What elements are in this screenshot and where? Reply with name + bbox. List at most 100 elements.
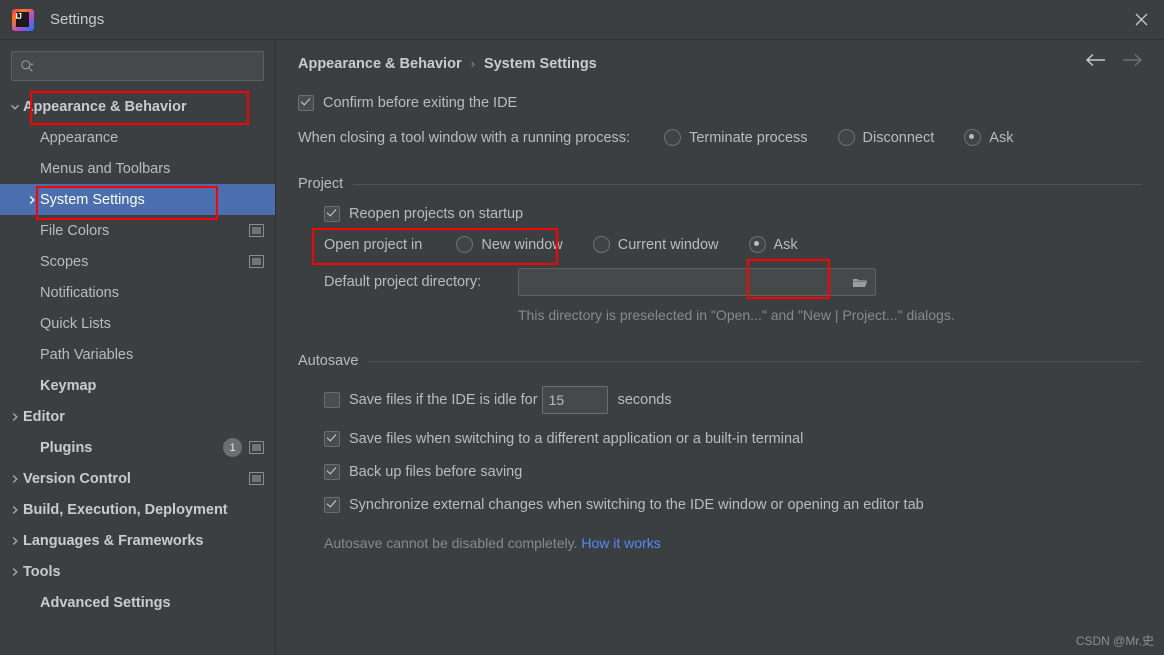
autosave-switch-app-label: Save files when switching to a different… [349,431,804,447]
sidebar-item-label: Appearance [40,129,119,146]
project-section-body: Reopen projects on startup Open project … [298,206,1142,323]
chevron-right-icon[interactable] [6,412,23,422]
sidebar-item-path-variables[interactable]: Path Variables [0,339,275,370]
settings-tree[interactable]: Appearance & Behavior Appearance Menus and… [0,89,275,655]
open-project-in-row: Open project in New window Current windo… [324,236,1142,253]
autosave-idle-seconds-input[interactable] [541,386,608,414]
sidebar-item-keymap[interactable]: Keymap [0,370,275,401]
chevron-down-icon[interactable] [6,102,23,112]
sidebar-item-label: System Settings [40,191,145,208]
sidebar-item-version-control[interactable]: Version Control [0,463,275,494]
project-section-divider [353,183,1142,185]
reopen-projects-label: Reopen projects on startup [349,206,524,222]
window-title: Settings [50,11,105,28]
sidebar-item-label: Editor [23,408,65,425]
breadcrumb-parent[interactable]: Appearance & Behavior [298,56,462,72]
sidebar-item-plugins[interactable]: Plugins 1 [0,432,275,463]
chevron-right-icon[interactable] [6,567,23,577]
radio-disconnect-label: Disconnect [862,129,935,146]
radio-terminate-process-button[interactable] [664,129,682,146]
radio-ask-open-project-label: Ask [773,236,798,253]
sidebar-item-languages-frameworks[interactable]: Languages & Frameworks [0,525,275,556]
sidebar-item-system-settings[interactable]: System Settings [0,184,275,215]
sidebar-item-label: Version Control [23,470,131,487]
search-area [0,40,275,89]
default-project-directory-field[interactable] [518,268,876,296]
autosave-backup-row[interactable]: Back up files before saving [324,464,1142,480]
radio-ask-open-project-button[interactable] [748,236,766,253]
chevron-right-icon[interactable] [6,505,23,515]
sidebar-item-label: File Colors [40,222,110,239]
radio-terminate-process[interactable]: Terminate process [664,129,808,146]
confirm-exit-checkbox[interactable] [298,95,314,111]
sidebar-item-build-execution-deployment[interactable]: Build, Execution, Deployment [0,494,275,525]
sidebar-item-label: Quick Lists [40,315,111,332]
radio-ask-toolwindow-button[interactable] [964,129,982,146]
radio-terminate-process-label: Terminate process [689,129,808,146]
sidebar-item-menus-and-toolbars[interactable]: Menus and Toolbars [0,153,275,184]
chevron-right-icon[interactable] [6,536,23,546]
autosave-sync-checkbox[interactable] [324,497,340,513]
open-project-in-label: Open project in [324,236,423,253]
breadcrumb: Appearance & Behavior › System Settings [298,40,1142,87]
sidebar-item-label: Scopes [40,253,89,270]
sidebar-item-advanced-settings[interactable]: Advanced Settings [0,587,275,618]
search-box[interactable] [11,51,264,81]
reopen-projects-row[interactable]: Reopen projects on startup [324,206,1142,222]
autosave-section-body: Save files if the IDE is idle for second… [298,386,1142,551]
arrow-right-icon[interactable] [1122,53,1144,67]
sidebar-item-tools[interactable]: Tools [0,556,275,587]
folder-icon[interactable] [852,276,868,289]
radio-ask-toolwindow[interactable]: Ask [964,129,1013,146]
sidebar-item-label: Appearance & Behavior [23,98,187,115]
sidebar-item-scopes[interactable]: Scopes [0,246,275,277]
radio-disconnect[interactable]: Disconnect [837,129,935,146]
autosave-switch-app-row[interactable]: Save files when switching to a different… [324,431,1142,447]
reopen-projects-checkbox[interactable] [324,206,340,222]
close-icon[interactable] [1118,0,1164,38]
sidebar-item-appearance-behavior[interactable]: Appearance & Behavior [0,91,275,122]
window-body: Appearance & Behavior Appearance Menus and… [0,40,1164,655]
radio-new-window-label: New window [481,236,563,253]
sidebar-item-badge: 1 [223,438,242,457]
sidebar-item-label: Tools [23,563,61,580]
sidebar-item-quick-lists[interactable]: Quick Lists [0,308,275,339]
autosave-idle-checkbox[interactable] [324,392,340,408]
autosave-switch-app-checkbox[interactable] [324,431,340,447]
sidebar-item-appearance[interactable]: Appearance [0,122,275,153]
radio-new-window-button[interactable] [456,236,474,253]
sidebar-item-file-colors[interactable]: File Colors [0,215,275,246]
sidebar-item-label: Keymap [40,377,97,394]
radio-new-window[interactable]: New window [456,236,563,253]
chevron-right-icon[interactable] [6,474,23,484]
sidebar-item-notifications[interactable]: Notifications [0,277,275,308]
autosave-sync-row[interactable]: Synchronize external changes when switch… [324,497,1142,513]
autosave-backup-checkbox[interactable] [324,464,340,480]
search-input[interactable] [34,57,255,75]
sidebar-item-label: Notifications [40,284,119,301]
project-level-settings-icon [249,472,264,485]
sidebar-item-label: Plugins [40,439,93,456]
project-level-settings-icon [249,224,264,237]
autosave-idle-row: Save files if the IDE is idle for second… [324,386,1142,414]
autosave-idle-label-after: seconds [617,392,672,408]
chevron-right-icon[interactable] [23,195,40,205]
radio-current-window[interactable]: Current window [592,236,719,253]
arrow-left-icon[interactable] [1084,53,1106,67]
confirm-exit-label: Confirm before exiting the IDE [323,95,518,111]
confirm-exit-row[interactable]: Confirm before exiting the IDE [298,95,1142,111]
sidebar-item-label: Path Variables [40,346,134,363]
autosave-footnote-text: Autosave cannot be disabled completely. [324,535,578,551]
default-project-directory-row: Default project directory: [324,268,1142,296]
autosave-sync-label: Synchronize external changes when switch… [349,497,924,513]
sidebar-item-editor[interactable]: Editor [0,401,275,432]
default-project-directory-input[interactable] [526,273,852,291]
watermark: CSDN @Mr.史 [1075,634,1154,648]
tool-window-close-row: When closing a tool window with a runnin… [298,129,1142,146]
how-it-works-link[interactable]: How it works [581,535,660,551]
intellij-idea-logo-icon: IJ [12,8,34,31]
sidebar-item-label: Languages & Frameworks [23,532,204,549]
radio-current-window-button[interactable] [592,236,610,253]
radio-ask-open-project[interactable]: Ask [748,236,798,253]
radio-disconnect-button[interactable] [837,129,855,146]
